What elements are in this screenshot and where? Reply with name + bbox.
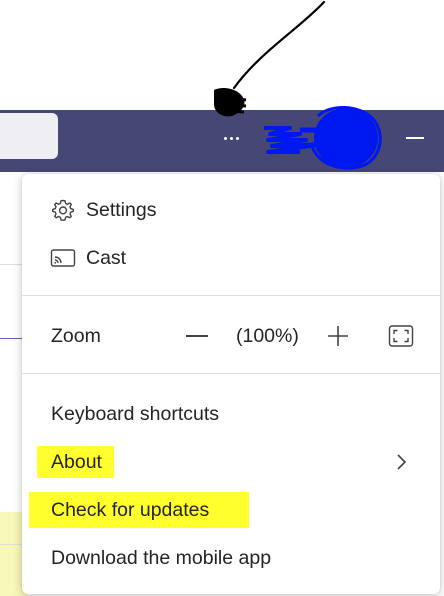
menu-item-keyboard-shortcuts[interactable]: Keyboard shortcuts (22, 394, 440, 434)
plus-icon (328, 326, 348, 346)
menu-item-download-mobile-app-label: Download the mobile app (51, 546, 272, 569)
menu-item-about-label: About (51, 450, 102, 473)
menu-item-cast[interactable]: Cast (22, 238, 440, 278)
minimize-button[interactable] (400, 130, 430, 146)
fullscreen-button[interactable] (387, 323, 415, 349)
menu-item-check-for-updates[interactable]: Check for updates (22, 490, 440, 530)
menu-divider (22, 295, 440, 296)
zoom-out-button[interactable] (182, 324, 212, 348)
menu-item-check-for-updates-label: Check for updates (51, 498, 210, 521)
zoom-level: (100%) (236, 325, 299, 347)
more-options-button[interactable] (213, 124, 249, 152)
menu-divider (22, 373, 440, 374)
title-bar (0, 110, 444, 172)
menu-item-settings-label: Settings (86, 198, 157, 221)
fullscreen-icon (388, 325, 414, 347)
zoom-in-button[interactable] (323, 322, 353, 350)
zoom-label: Zoom (51, 325, 101, 347)
menu-item-cast-label: Cast (86, 246, 127, 269)
more-horizontal-icon (222, 136, 240, 140)
menu-item-settings[interactable]: Settings (22, 190, 440, 230)
menu-item-about[interactable]: About (22, 442, 440, 482)
chevron-right-icon (394, 452, 408, 472)
more-options-menu: Settings Cast Zoom (100%) Keyboard short… (22, 174, 440, 594)
cast-icon (50, 245, 76, 271)
gear-icon (50, 197, 76, 223)
menu-item-keyboard-shortcuts-label: Keyboard shortcuts (51, 402, 220, 425)
zoom-row: Zoom (100%) (22, 316, 440, 356)
search-input[interactable] (0, 113, 58, 159)
menu-item-download-mobile-app[interactable]: Download the mobile app (22, 538, 440, 578)
